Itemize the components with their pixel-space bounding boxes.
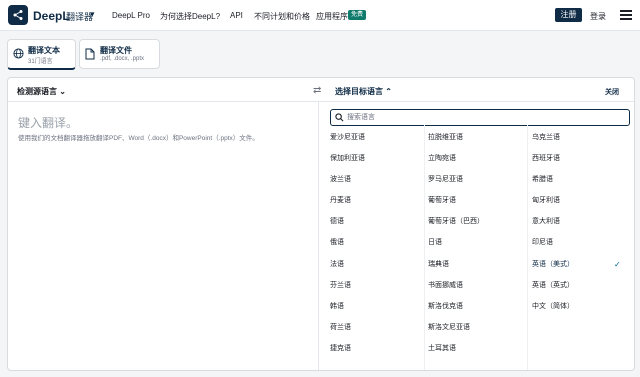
language-option[interactable]: 葡萄牙语: [428, 195, 528, 216]
language-column-2: 拉脱维亚语 立陶宛语 罗马尼亚语 葡萄牙语 葡萄牙语（巴西） 日语 瑞典语 书面挪威语 斯洛伐克…: [428, 132, 528, 364]
search-input[interactable]: [347, 111, 617, 123]
language-option[interactable]: 斯洛文尼亚语: [428, 322, 528, 343]
language-option[interactable]: 捷克语: [330, 343, 430, 364]
nav-api[interactable]: API: [230, 11, 243, 20]
tab-title: 翻译文本: [28, 46, 60, 55]
document-icon: [85, 48, 95, 60]
language-option[interactable]: 书面挪威语: [428, 280, 528, 301]
language-option[interactable]: 意大利语: [532, 216, 632, 237]
brand-name[interactable]: DeepL: [33, 9, 70, 23]
language-option[interactable]: 日语: [428, 237, 528, 258]
chevron-down-icon[interactable]: ▾: [90, 9, 95, 20]
source-text-placeholder[interactable]: 键入翻译。: [18, 114, 78, 131]
globe-icon: [13, 48, 24, 59]
brand-subtitle[interactable]: 翻译器: [66, 10, 93, 23]
language-option[interactable]: 俄语: [330, 237, 430, 258]
language-option[interactable]: 保加利亚语: [330, 153, 430, 174]
language-option[interactable]: 芬兰语: [330, 280, 430, 301]
language-option[interactable]: 英语（英式）: [532, 280, 632, 301]
language-option[interactable]: 希腊语: [532, 174, 632, 195]
language-option[interactable]: 波兰语: [330, 174, 430, 195]
language-option[interactable]: 罗马尼亚语: [428, 174, 528, 195]
language-option[interactable]: 瑞典语: [428, 259, 528, 280]
source-language-selector[interactable]: 检测源语言 ⌄: [17, 86, 66, 97]
checkmark-icon: ✓: [614, 259, 621, 269]
language-option[interactable]: 法语: [330, 259, 430, 280]
top-navigation-bar: DeepL 翻译器 ▾ DeepL Pro 为何选择DeepL? API 不同计…: [0, 0, 640, 31]
language-option[interactable]: 英语（美式） ✓: [532, 259, 632, 280]
target-language-selector[interactable]: 选择目标语言 ⌃: [335, 86, 392, 97]
tab-translate-files[interactable]: 翻译文件 .pdf, .docx, .pptx: [79, 39, 160, 69]
divider: [8, 101, 634, 102]
language-option[interactable]: 土耳其语: [428, 343, 528, 364]
tab-title: 翻译文件: [100, 46, 132, 55]
deepl-logo-icon[interactable]: [8, 5, 28, 25]
hamburger-menu-icon[interactable]: [620, 10, 632, 20]
language-option[interactable]: 西班牙语: [532, 153, 632, 174]
tab-translate-text[interactable]: 翻译文本 31门语言: [7, 39, 76, 70]
free-badge: 免费: [348, 10, 367, 20]
nav-why-deepl[interactable]: 为何选择DeepL?: [160, 11, 220, 22]
language-search-box[interactable]: [330, 109, 630, 126]
language-option[interactable]: 葡萄牙语（巴西）: [428, 216, 528, 237]
translator-panel: 检测源语言 ⌄ ⇄ 选择目标语言 ⌃ 关闭 键入翻译。 使用我们的文档翻译器拖放…: [7, 77, 635, 371]
swap-languages-icon[interactable]: ⇄: [313, 85, 321, 96]
language-option[interactable]: 荷兰语: [330, 322, 430, 343]
language-option[interactable]: 乌克兰语: [532, 132, 632, 153]
chevron-up-icon: ⌃: [385, 87, 392, 96]
language-option[interactable]: 丹麦语: [330, 195, 430, 216]
language-option[interactable]: 立陶宛语: [428, 153, 528, 174]
close-button[interactable]: 关闭: [605, 87, 619, 97]
language-option[interactable]: 中文（简体）: [532, 301, 632, 322]
language-column-1: 爱沙尼亚语 保加利亚语 波兰语 丹麦语 德语 俄语 法语 芬兰语 韩语 荷兰语 捷克语: [330, 132, 430, 364]
login-link[interactable]: 登录: [590, 11, 606, 22]
divider: [318, 101, 319, 370]
language-option[interactable]: 匈牙利语: [532, 195, 632, 216]
language-option[interactable]: 爱沙尼亚语: [330, 132, 430, 153]
nav-deepl-pro[interactable]: DeepL Pro: [112, 11, 150, 20]
language-option[interactable]: 拉脱维亚语: [428, 132, 528, 153]
document-translator-hint: 使用我们的文档翻译器拖放翻译PDF、Word（.docx）和PowerPoint…: [18, 135, 259, 142]
register-button[interactable]: 注册: [555, 8, 582, 22]
language-option[interactable]: 韩语: [330, 301, 430, 322]
chevron-down-icon: ⌄: [59, 87, 66, 96]
search-icon: [335, 113, 344, 122]
language-option[interactable]: 德语: [330, 216, 430, 237]
language-column-3: 乌克兰语 西班牙语 希腊语 匈牙利语 意大利语 印尼语 英语（美式） ✓ 英语（英式） 中文（简体…: [532, 132, 632, 322]
nav-apps[interactable]: 应用程序: [316, 11, 348, 22]
tab-subtitle: .pdf, .docx, .pptx: [100, 56, 145, 62]
nav-plans-pricing[interactable]: 不同计划和价格: [254, 11, 310, 22]
tab-subtitle: 31门语言: [28, 59, 53, 65]
language-option[interactable]: 印尼语: [532, 237, 632, 258]
language-option[interactable]: 斯洛伐克语: [428, 301, 528, 322]
